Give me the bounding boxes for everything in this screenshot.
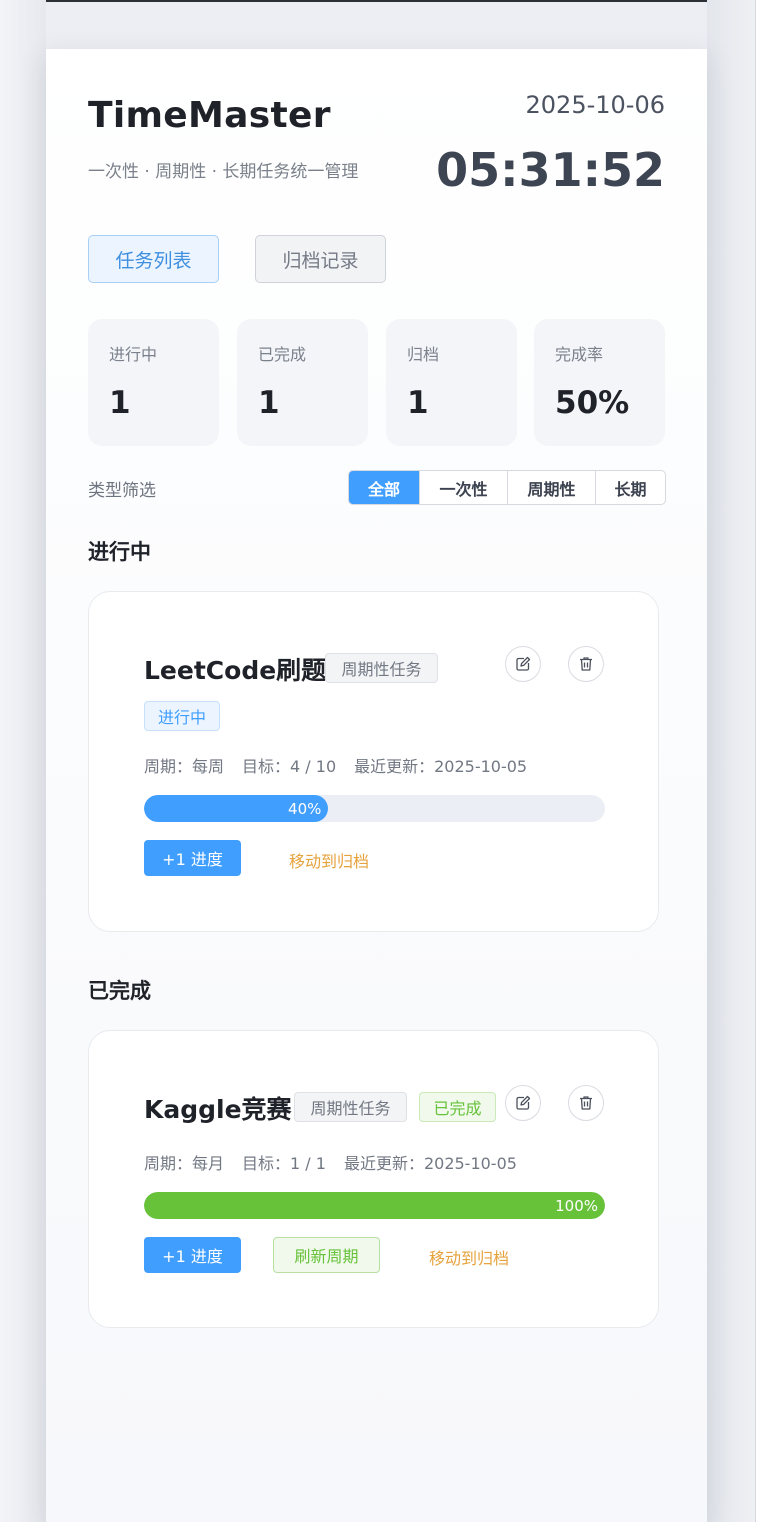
section-title-in-progress: 进行中: [88, 540, 151, 564]
task-target: 目标：1 / 1: [242, 1154, 326, 1173]
delete-button[interactable]: [568, 1085, 604, 1121]
task-updated: 最近更新：2025-10-05: [354, 757, 528, 776]
window-top-border: [0, 0, 764, 2]
task-period: 周期：每周: [144, 757, 225, 776]
filter-option-long-term[interactable]: 长期: [595, 471, 665, 504]
task-type-tag: 周期性任务: [294, 1092, 407, 1122]
tab-task-list[interactable]: 任务列表: [88, 235, 219, 283]
task-name: LeetCode刷题: [144, 656, 327, 685]
add-progress-button[interactable]: +1 进度: [144, 840, 241, 876]
progress-fill: 100%: [144, 1192, 605, 1219]
backdrop-left: [0, 0, 46, 1522]
stat-card-completed: 已完成 1: [237, 319, 368, 446]
stat-card-completion-rate: 完成率 50%: [534, 319, 665, 446]
main-panel: TimeMaster 一次性 · 周期性 · 长期任务统一管理 2025-10-…: [46, 49, 707, 1522]
progress-label: 40%: [288, 799, 322, 818]
filter-option-all[interactable]: 全部: [349, 471, 419, 504]
trash-icon: [580, 657, 592, 671]
task-type-tag: 周期性任务: [325, 653, 438, 683]
task-card: Kaggle竞赛 周期性任务 已完成 周期：每月 目标：1 / 1 最近更新：202…: [88, 1030, 659, 1328]
filter-option-periodic[interactable]: 周期性: [507, 471, 595, 504]
stat-value: 1: [109, 385, 131, 421]
filter-option-one-time[interactable]: 一次性: [419, 471, 507, 504]
status-badge: 已完成: [419, 1092, 496, 1122]
app-subtitle: 一次性 · 周期性 · 长期任务统一管理: [88, 162, 359, 182]
task-period: 周期：每月: [144, 1154, 225, 1173]
progress-bar: 100%: [144, 1192, 605, 1219]
progress-label: 100%: [555, 1196, 598, 1215]
edit-button[interactable]: [505, 646, 541, 682]
stat-label: 已完成: [258, 345, 307, 364]
edit-icon: [516, 656, 531, 671]
stat-value: 50%: [555, 385, 630, 421]
task-name: Kaggle竞赛: [144, 1095, 292, 1124]
current-time: 05:31:52: [436, 143, 665, 197]
stat-value: 1: [407, 385, 429, 421]
section-title-completed: 已完成: [88, 979, 151, 1003]
add-progress-button[interactable]: +1 进度: [144, 1237, 241, 1273]
tab-archive-records[interactable]: 归档记录: [255, 235, 386, 283]
current-date: 2025-10-06: [525, 91, 665, 119]
task-meta: 周期：每月 目标：1 / 1 最近更新：2025-10-05: [144, 1150, 535, 1174]
move-to-archive-button[interactable]: 移动到归档: [289, 848, 369, 872]
progress-fill: 40%: [144, 795, 329, 822]
trash-icon: [580, 1096, 592, 1110]
app-title: TimeMaster: [88, 95, 331, 136]
status-badge: 进行中: [144, 701, 220, 731]
progress-bar: 40%: [144, 795, 605, 822]
type-filter-label: 类型筛选: [88, 481, 156, 501]
type-filter-group: 全部 一次性 周期性 长期: [348, 470, 666, 505]
move-to-archive-button[interactable]: 移动到归档: [429, 1245, 509, 1269]
edit-button[interactable]: [505, 1085, 541, 1121]
delete-button[interactable]: [568, 646, 604, 682]
stat-label: 完成率: [555, 345, 604, 364]
task-meta: 周期：每周 目标：4 / 10 最近更新：2025-10-05: [144, 753, 545, 777]
refresh-period-button[interactable]: 刷新周期: [273, 1237, 380, 1273]
task-target: 目标：4 / 10: [242, 757, 337, 776]
task-updated: 最近更新：2025-10-05: [343, 1154, 517, 1173]
scrollbar-track[interactable]: [755, 0, 764, 1522]
stat-label: 进行中: [109, 345, 158, 364]
stat-value: 1: [258, 385, 280, 421]
stat-card-archived: 归档 1: [386, 319, 517, 446]
task-card: LeetCode刷题 周期性任务 进行中 周期：每周 目标：4 / 10 最近更新：…: [88, 591, 659, 932]
stat-label: 归档: [407, 345, 440, 364]
edit-icon: [516, 1095, 531, 1110]
stat-card-in-progress: 进行中 1: [88, 319, 219, 446]
